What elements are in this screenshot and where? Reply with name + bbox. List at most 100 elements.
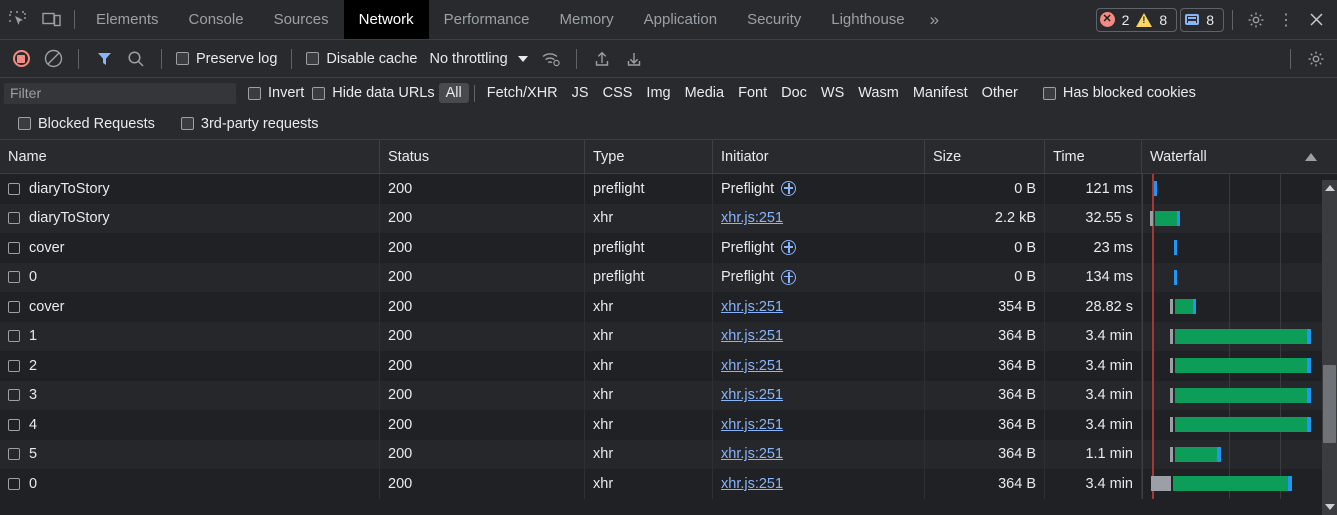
table-row[interactable]: 5 200 xhr xhr.js:251 364 B 1.1 min xyxy=(0,439,1337,469)
column-header-size[interactable]: Size xyxy=(925,140,1045,173)
filter-type-css[interactable]: CSS xyxy=(596,83,640,103)
invert-checkbox[interactable]: Invert xyxy=(244,85,308,101)
tab-application[interactable]: Application xyxy=(629,0,732,39)
initiator-link[interactable]: xhr.js:251 xyxy=(721,299,783,315)
hide-data-urls-checkbox[interactable]: Hide data URLs xyxy=(308,85,438,101)
initiator-link[interactable]: xhr.js:251 xyxy=(721,387,783,403)
tab-performance[interactable]: Performance xyxy=(429,0,545,39)
initiator-link[interactable]: xhr.js:251 xyxy=(721,446,783,462)
cell-waterfall[interactable] xyxy=(1142,351,1337,381)
column-header-initiator[interactable]: Initiator xyxy=(713,140,925,173)
tab-console[interactable]: Console xyxy=(174,0,259,39)
scroll-down-arrow-icon[interactable] xyxy=(1322,499,1337,515)
cell-waterfall[interactable] xyxy=(1142,233,1337,263)
column-header-name[interactable]: Name xyxy=(0,140,380,173)
cell-waterfall[interactable] xyxy=(1142,439,1337,469)
filter-type-ws[interactable]: WS xyxy=(814,83,851,103)
filter-type-js[interactable]: JS xyxy=(565,83,596,103)
requests-table-body[interactable]: diaryToStory 200 preflight Preflight 0 B 121 … xyxy=(0,174,1337,509)
filter-type-doc[interactable]: Doc xyxy=(774,83,814,103)
import-har-icon[interactable] xyxy=(587,44,617,74)
network-settings-gear-icon[interactable] xyxy=(1301,44,1331,74)
more-tabs-icon[interactable]: » xyxy=(920,0,949,39)
table-row[interactable]: 3 200 xhr xhr.js:251 364 B 3.4 min xyxy=(0,380,1337,410)
table-row[interactable]: diaryToStory 200 xhr xhr.js:251 2.2 kB 32.55 … xyxy=(0,203,1337,233)
scroll-up-arrow-icon[interactable] xyxy=(1322,180,1337,196)
table-row[interactable]: 4 200 xhr xhr.js:251 364 B 3.4 min xyxy=(0,410,1337,440)
message-badge[interactable]: 8 xyxy=(1180,7,1224,32)
filter-type-wasm[interactable]: Wasm xyxy=(851,83,906,103)
tab-network[interactable]: Network xyxy=(343,0,429,39)
row-checkbox[interactable] xyxy=(8,448,20,461)
cell-waterfall[interactable] xyxy=(1142,380,1337,410)
row-checkbox[interactable] xyxy=(8,359,20,372)
filter-type-other[interactable]: Other xyxy=(975,83,1025,103)
initiator-link[interactable]: xhr.js:251 xyxy=(721,417,783,433)
column-header-time[interactable]: Time xyxy=(1045,140,1142,173)
row-checkbox[interactable] xyxy=(8,330,20,343)
row-checkbox[interactable] xyxy=(8,241,20,254)
third-party-requests-checkbox[interactable]: 3rd-party requests xyxy=(177,116,323,132)
has-blocked-cookies-checkbox[interactable]: Has blocked cookies xyxy=(1039,85,1200,101)
close-icon[interactable] xyxy=(1301,5,1331,35)
filter-input[interactable] xyxy=(4,82,236,104)
cell-waterfall[interactable] xyxy=(1142,469,1337,499)
table-row[interactable]: 1 200 xhr xhr.js:251 364 B 3.4 min xyxy=(0,321,1337,351)
throttling-select[interactable]: No throttling xyxy=(423,51,533,67)
tab-security[interactable]: Security xyxy=(732,0,816,39)
record-button[interactable] xyxy=(6,44,36,74)
preflight-request-icon[interactable] xyxy=(781,181,797,197)
table-row[interactable]: 0 200 preflight Preflight 0 B 134 ms xyxy=(0,262,1337,292)
tab-memory[interactable]: Memory xyxy=(545,0,629,39)
table-row[interactable]: 0 200 xhr xhr.js:251 364 B 3.4 min xyxy=(0,469,1337,499)
row-checkbox[interactable] xyxy=(8,477,20,490)
inspect-element-icon[interactable] xyxy=(0,0,34,39)
filter-type-img[interactable]: Img xyxy=(639,83,677,103)
error-warning-badge[interactable]: ✕ 2 8 xyxy=(1095,7,1178,32)
blocked-requests-checkbox[interactable]: Blocked Requests xyxy=(14,116,159,132)
filter-icon[interactable] xyxy=(89,44,119,74)
disable-cache-checkbox[interactable]: Disable cache xyxy=(302,51,421,67)
clear-button[interactable] xyxy=(38,44,68,74)
device-toolbar-icon[interactable] xyxy=(34,0,68,39)
cell-waterfall[interactable] xyxy=(1142,410,1337,440)
network-conditions-icon[interactable] xyxy=(536,44,566,74)
gear-icon[interactable] xyxy=(1241,5,1271,35)
cell-waterfall[interactable] xyxy=(1142,321,1337,351)
initiator-link[interactable]: xhr.js:251 xyxy=(721,476,783,492)
tab-elements[interactable]: Elements xyxy=(81,0,174,39)
preflight-request-icon[interactable] xyxy=(781,269,797,285)
search-icon[interactable] xyxy=(121,44,151,74)
row-checkbox[interactable] xyxy=(8,300,20,313)
column-header-type[interactable]: Type xyxy=(585,140,713,173)
row-checkbox[interactable] xyxy=(8,389,20,402)
initiator-link[interactable]: xhr.js:251 xyxy=(721,358,783,374)
kebab-menu-icon[interactable]: ⋮ xyxy=(1271,5,1301,35)
row-checkbox[interactable] xyxy=(8,271,20,284)
row-checkbox[interactable] xyxy=(8,182,20,195)
cell-waterfall[interactable] xyxy=(1142,262,1337,292)
table-row[interactable]: cover 200 xhr xhr.js:251 354 B 28.82 s xyxy=(0,292,1337,322)
filter-type-font[interactable]: Font xyxy=(731,83,774,103)
preserve-log-checkbox[interactable]: Preserve log xyxy=(172,51,281,67)
scrollbar-thumb[interactable] xyxy=(1323,365,1336,443)
table-row[interactable]: cover 200 preflight Preflight 0 B 23 ms xyxy=(0,233,1337,263)
filter-type-media[interactable]: Media xyxy=(678,83,732,103)
tab-sources[interactable]: Sources xyxy=(259,0,344,39)
filter-type-all[interactable]: All xyxy=(438,83,469,103)
column-header-status[interactable]: Status xyxy=(380,140,585,173)
export-har-icon[interactable] xyxy=(619,44,649,74)
column-header-waterfall[interactable]: Waterfall xyxy=(1142,140,1337,173)
initiator-link[interactable]: xhr.js:251 xyxy=(721,328,783,344)
filter-type-manifest[interactable]: Manifest xyxy=(906,83,975,103)
row-checkbox[interactable] xyxy=(8,212,20,225)
initiator-link[interactable]: xhr.js:251 xyxy=(721,210,783,226)
vertical-scrollbar[interactable] xyxy=(1322,180,1337,515)
cell-waterfall[interactable] xyxy=(1142,292,1337,322)
cell-waterfall[interactable] xyxy=(1142,203,1337,233)
table-row[interactable]: diaryToStory 200 preflight Preflight 0 B 121 … xyxy=(0,174,1337,204)
tab-lighthouse[interactable]: Lighthouse xyxy=(816,0,919,39)
preflight-request-icon[interactable] xyxy=(781,240,797,256)
cell-waterfall[interactable] xyxy=(1142,174,1337,204)
table-row[interactable]: 2 200 xhr xhr.js:251 364 B 3.4 min xyxy=(0,351,1337,381)
